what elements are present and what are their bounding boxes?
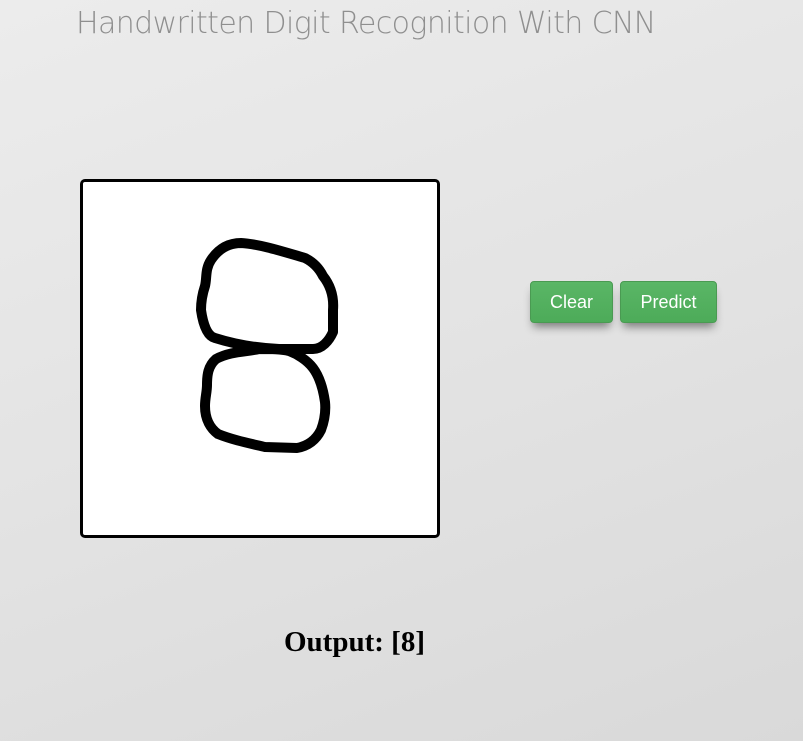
handwritten-stroke — [196, 238, 339, 453]
output-value: [8] — [391, 626, 425, 658]
page-title: Handwritten Digit Recognition With CNN — [76, 6, 656, 41]
predict-button[interactable]: Predict — [620, 281, 717, 323]
output-label: Output: — [284, 626, 384, 658]
clear-button[interactable]: Clear — [530, 281, 613, 323]
drawing-canvas[interactable] — [80, 179, 440, 538]
prediction-output: Output: [8] — [284, 626, 425, 659]
